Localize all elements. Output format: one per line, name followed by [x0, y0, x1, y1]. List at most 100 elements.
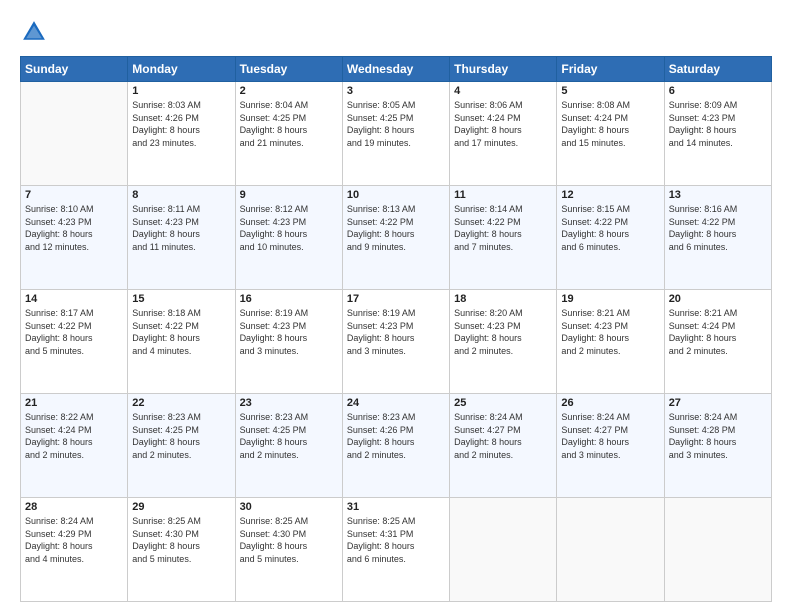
day-number: 11: [454, 189, 552, 201]
logo-icon: [20, 18, 48, 46]
calendar-cell: 26 Sunrise: 8:24 AM Sunset: 4:27 PM Dayli…: [557, 394, 664, 498]
calendar-header-row: SundayMondayTuesdayWednesdayThursdayFrid…: [21, 57, 772, 82]
day-number: 31: [347, 501, 445, 513]
calendar-cell: 25 Sunrise: 8:24 AM Sunset: 4:27 PM Dayli…: [450, 394, 557, 498]
day-number: 8: [132, 189, 230, 201]
day-info: Sunrise: 8:21 AM Sunset: 4:23 PM Dayligh…: [561, 307, 659, 357]
day-number: 16: [240, 293, 338, 305]
calendar-cell: 1 Sunrise: 8:03 AM Sunset: 4:26 PM Daylig…: [128, 82, 235, 186]
day-info: Sunrise: 8:13 AM Sunset: 4:22 PM Dayligh…: [347, 203, 445, 253]
day-number: 30: [240, 501, 338, 513]
calendar-cell: 21 Sunrise: 8:22 AM Sunset: 4:24 PM Dayli…: [21, 394, 128, 498]
calendar-cell: 7 Sunrise: 8:10 AM Sunset: 4:23 PM Daylig…: [21, 186, 128, 290]
calendar-cell: 30 Sunrise: 8:25 AM Sunset: 4:30 PM Dayli…: [235, 498, 342, 602]
day-number: 23: [240, 397, 338, 409]
calendar-header-monday: Monday: [128, 57, 235, 82]
page: SundayMondayTuesdayWednesdayThursdayFrid…: [0, 0, 792, 612]
day-info: Sunrise: 8:03 AM Sunset: 4:26 PM Dayligh…: [132, 99, 230, 149]
calendar-cell: 18Sunrise: 8:20 AM Sunset: 4:23 PM Dayli…: [450, 290, 557, 394]
day-number: 21: [25, 397, 123, 409]
calendar-week-1: 1 Sunrise: 8:03 AM Sunset: 4:26 PM Daylig…: [21, 82, 772, 186]
day-number: 20: [669, 293, 767, 305]
day-info: Sunrise: 8:12 AM Sunset: 4:23 PM Dayligh…: [240, 203, 338, 253]
day-number: 24: [347, 397, 445, 409]
day-number: 18: [454, 293, 552, 305]
calendar-header-thursday: Thursday: [450, 57, 557, 82]
day-info: Sunrise: 8:24 AM Sunset: 4:29 PM Dayligh…: [25, 515, 123, 565]
calendar-header-tuesday: Tuesday: [235, 57, 342, 82]
day-info: Sunrise: 8:22 AM Sunset: 4:24 PM Dayligh…: [25, 411, 123, 461]
day-number: 13: [669, 189, 767, 201]
calendar-cell: 31Sunrise: 8:25 AM Sunset: 4:31 PM Dayli…: [342, 498, 449, 602]
day-number: 29: [132, 501, 230, 513]
day-info: Sunrise: 8:10 AM Sunset: 4:23 PM Dayligh…: [25, 203, 123, 253]
day-info: Sunrise: 8:23 AM Sunset: 4:25 PM Dayligh…: [240, 411, 338, 461]
day-number: 12: [561, 189, 659, 201]
day-info: Sunrise: 8:24 AM Sunset: 4:28 PM Dayligh…: [669, 411, 767, 461]
calendar-cell: [21, 82, 128, 186]
day-info: Sunrise: 8:23 AM Sunset: 4:25 PM Dayligh…: [132, 411, 230, 461]
day-number: 5: [561, 85, 659, 97]
day-number: 9: [240, 189, 338, 201]
calendar-header-friday: Friday: [557, 57, 664, 82]
calendar-cell: 12 Sunrise: 8:15 AM Sunset: 4:22 PM Dayli…: [557, 186, 664, 290]
calendar-cell: 28 Sunrise: 8:24 AM Sunset: 4:29 PM Dayli…: [21, 498, 128, 602]
calendar-cell: 5 Sunrise: 8:08 AM Sunset: 4:24 PM Daylig…: [557, 82, 664, 186]
day-info: Sunrise: 8:25 AM Sunset: 4:30 PM Dayligh…: [132, 515, 230, 565]
calendar-cell: 17Sunrise: 8:19 AM Sunset: 4:23 PM Dayli…: [342, 290, 449, 394]
day-number: 22: [132, 397, 230, 409]
day-number: 28: [25, 501, 123, 513]
day-info: Sunrise: 8:11 AM Sunset: 4:23 PM Dayligh…: [132, 203, 230, 253]
calendar-week-5: 28 Sunrise: 8:24 AM Sunset: 4:29 PM Dayli…: [21, 498, 772, 602]
calendar-cell: 4 Sunrise: 8:06 AM Sunset: 4:24 PM Daylig…: [450, 82, 557, 186]
calendar: SundayMondayTuesdayWednesdayThursdayFrid…: [20, 56, 772, 602]
calendar-cell: 10Sunrise: 8:13 AM Sunset: 4:22 PM Dayli…: [342, 186, 449, 290]
calendar-cell: 19Sunrise: 8:21 AM Sunset: 4:23 PM Dayli…: [557, 290, 664, 394]
day-info: Sunrise: 8:08 AM Sunset: 4:24 PM Dayligh…: [561, 99, 659, 149]
day-info: Sunrise: 8:09 AM Sunset: 4:23 PM Dayligh…: [669, 99, 767, 149]
calendar-cell: 20 Sunrise: 8:21 AM Sunset: 4:24 PM Dayli…: [664, 290, 771, 394]
calendar-cell: 3Sunrise: 8:05 AM Sunset: 4:25 PM Daylig…: [342, 82, 449, 186]
calendar-cell: 22 Sunrise: 8:23 AM Sunset: 4:25 PM Dayli…: [128, 394, 235, 498]
calendar-cell: 27Sunrise: 8:24 AM Sunset: 4:28 PM Dayli…: [664, 394, 771, 498]
day-number: 26: [561, 397, 659, 409]
day-info: Sunrise: 8:23 AM Sunset: 4:26 PM Dayligh…: [347, 411, 445, 461]
calendar-cell: 8 Sunrise: 8:11 AM Sunset: 4:23 PM Daylig…: [128, 186, 235, 290]
calendar-cell: 13 Sunrise: 8:16 AM Sunset: 4:22 PM Dayli…: [664, 186, 771, 290]
calendar-week-2: 7 Sunrise: 8:10 AM Sunset: 4:23 PM Daylig…: [21, 186, 772, 290]
day-number: 3: [347, 85, 445, 97]
day-info: Sunrise: 8:18 AM Sunset: 4:22 PM Dayligh…: [132, 307, 230, 357]
calendar-cell: [450, 498, 557, 602]
calendar-cell: 15 Sunrise: 8:18 AM Sunset: 4:22 PM Dayli…: [128, 290, 235, 394]
calendar-cell: 2 Sunrise: 8:04 AM Sunset: 4:25 PM Daylig…: [235, 82, 342, 186]
day-info: Sunrise: 8:15 AM Sunset: 4:22 PM Dayligh…: [561, 203, 659, 253]
day-info: Sunrise: 8:24 AM Sunset: 4:27 PM Dayligh…: [454, 411, 552, 461]
day-number: 6: [669, 85, 767, 97]
day-number: 25: [454, 397, 552, 409]
day-info: Sunrise: 8:04 AM Sunset: 4:25 PM Dayligh…: [240, 99, 338, 149]
day-number: 15: [132, 293, 230, 305]
day-info: Sunrise: 8:14 AM Sunset: 4:22 PM Dayligh…: [454, 203, 552, 253]
day-number: 1: [132, 85, 230, 97]
calendar-cell: [557, 498, 664, 602]
calendar-header-saturday: Saturday: [664, 57, 771, 82]
calendar-cell: 23 Sunrise: 8:23 AM Sunset: 4:25 PM Dayli…: [235, 394, 342, 498]
day-number: 2: [240, 85, 338, 97]
day-info: Sunrise: 8:16 AM Sunset: 4:22 PM Dayligh…: [669, 203, 767, 253]
day-info: Sunrise: 8:17 AM Sunset: 4:22 PM Dayligh…: [25, 307, 123, 357]
calendar-cell: 29 Sunrise: 8:25 AM Sunset: 4:30 PM Dayli…: [128, 498, 235, 602]
calendar-header-sunday: Sunday: [21, 57, 128, 82]
calendar-cell: 24 Sunrise: 8:23 AM Sunset: 4:26 PM Dayli…: [342, 394, 449, 498]
calendar-cell: 6 Sunrise: 8:09 AM Sunset: 4:23 PM Daylig…: [664, 82, 771, 186]
day-info: Sunrise: 8:24 AM Sunset: 4:27 PM Dayligh…: [561, 411, 659, 461]
day-number: 4: [454, 85, 552, 97]
header: [20, 18, 772, 46]
day-number: 7: [25, 189, 123, 201]
day-info: Sunrise: 8:25 AM Sunset: 4:30 PM Dayligh…: [240, 515, 338, 565]
day-info: Sunrise: 8:21 AM Sunset: 4:24 PM Dayligh…: [669, 307, 767, 357]
day-info: Sunrise: 8:19 AM Sunset: 4:23 PM Dayligh…: [240, 307, 338, 357]
calendar-cell: 16 Sunrise: 8:19 AM Sunset: 4:23 PM Dayli…: [235, 290, 342, 394]
day-info: Sunrise: 8:06 AM Sunset: 4:24 PM Dayligh…: [454, 99, 552, 149]
day-number: 14: [25, 293, 123, 305]
day-info: Sunrise: 8:19 AM Sunset: 4:23 PM Dayligh…: [347, 307, 445, 357]
